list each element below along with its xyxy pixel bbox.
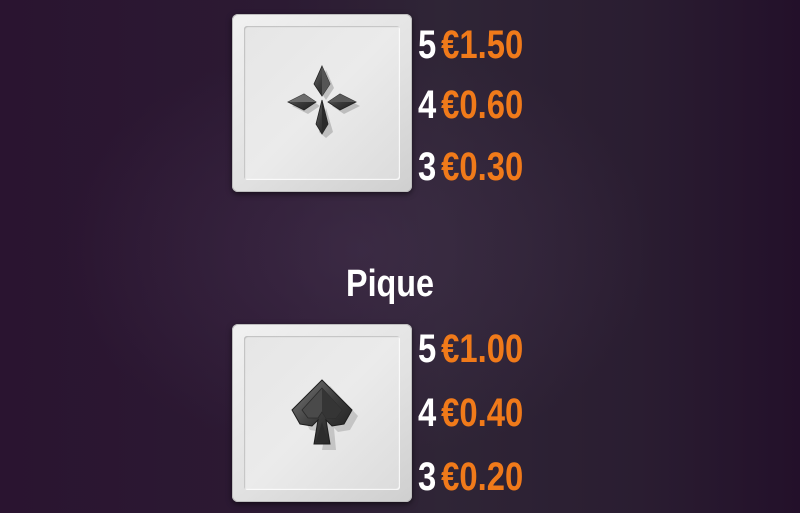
payout-amount: €0.30 — [441, 145, 524, 189]
spade-icon — [291, 379, 358, 450]
symbol-title-pique: Pique — [346, 263, 434, 305]
payout-row: 3 €0.20 — [418, 452, 523, 502]
payout-row: 4 €0.60 — [418, 80, 523, 130]
payout-count: 3 — [418, 145, 437, 189]
payout-count: 4 — [418, 83, 437, 127]
payout-row: 5 €1.50 — [418, 20, 523, 70]
payout-amount: €0.40 — [441, 391, 524, 435]
payout-count: 5 — [418, 23, 437, 67]
payout-row: 4 €0.40 — [418, 388, 523, 438]
payout-count: 5 — [418, 327, 437, 371]
payout-amount: €1.50 — [441, 23, 524, 67]
spade-symbol-tile — [232, 324, 412, 502]
payout-amount: €0.20 — [441, 455, 524, 499]
payout-row: 3 €0.30 — [418, 142, 523, 192]
payout-amount: €1.00 — [441, 327, 524, 371]
payout-count: 4 — [418, 391, 437, 435]
club-symbol-tile — [232, 14, 412, 192]
club-icon — [287, 65, 360, 138]
payout-amount: €0.60 — [441, 83, 524, 127]
payout-count: 3 — [418, 455, 437, 499]
payout-row: 5 €1.00 — [418, 324, 523, 374]
